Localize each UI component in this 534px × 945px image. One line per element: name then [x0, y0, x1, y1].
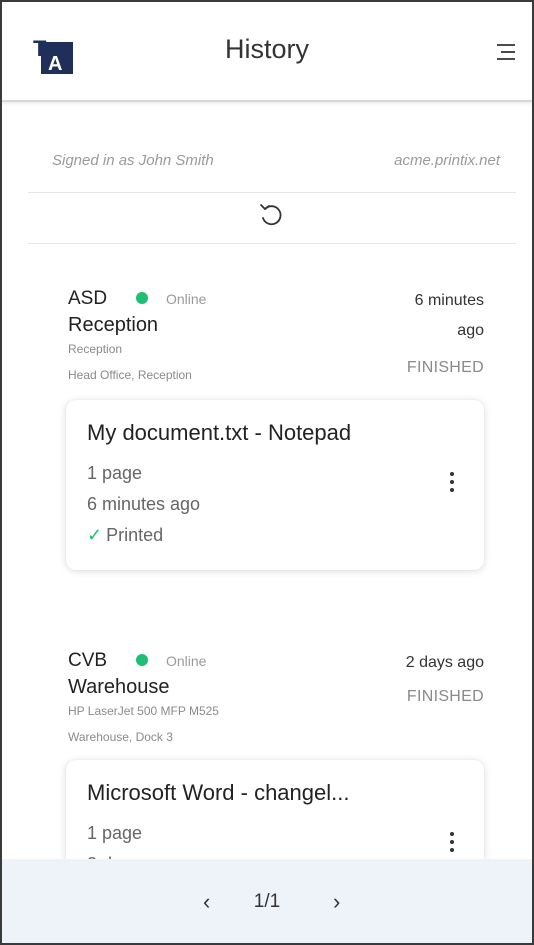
- printer-site: Head Office, Reception: [68, 368, 192, 382]
- next-page-button[interactable]: ›: [333, 889, 340, 915]
- job-pages: 1 page: [87, 823, 143, 843]
- printer-name: CVB: [68, 650, 108, 671]
- job-time-line: 6 minutes: [414, 292, 484, 309]
- check-icon: ✓: [87, 525, 103, 545]
- signed-in-label: Signed in as John Smith: [52, 152, 214, 169]
- online-status-dot: [136, 654, 148, 666]
- job-title: Microsoft Word - changel...: [87, 780, 350, 805]
- printer-location: Reception: [68, 314, 159, 336]
- job-result: ✓ Printed: [87, 525, 163, 546]
- job-time: 2 days ago: [406, 648, 484, 678]
- printer-model: Reception: [68, 342, 123, 356]
- divider: [28, 192, 516, 193]
- app-frame: T A History Signed in as John Smith acme…: [0, 0, 534, 945]
- printer-header: ASD Online Reception Reception Head Offi…: [68, 288, 484, 388]
- domain-label: acme.printix.net: [394, 152, 500, 169]
- menu-icon[interactable]: [494, 42, 516, 62]
- job-time: 6 minutes ago: [415, 286, 484, 346]
- printer-status: Online: [166, 291, 207, 307]
- more-options-icon[interactable]: [448, 472, 456, 496]
- printer-model: HP LaserJet 500 MFP M525: [68, 704, 219, 718]
- printer-status: Online: [166, 653, 207, 669]
- job-state: FINISHED: [406, 359, 484, 376]
- job-state: FINISHED: [406, 688, 484, 705]
- divider: [28, 243, 516, 244]
- job-pages: 1 page: [87, 463, 143, 483]
- job-card[interactable]: My document.txt - Notepad 1 page 6 minut…: [66, 400, 484, 570]
- page-title: History: [224, 34, 309, 64]
- job-time-line: ago: [457, 322, 484, 339]
- more-options-icon[interactable]: [448, 832, 456, 856]
- job-result-label: Printed: [106, 525, 164, 545]
- printer-name: ASD: [68, 288, 108, 309]
- refresh-icon[interactable]: [258, 202, 284, 230]
- printer-location: Warehouse: [68, 676, 170, 698]
- printer-header: CVB Online Warehouse HP LaserJet 500 MFP…: [68, 650, 484, 750]
- pagination-bar: ‹ 1/1 ›: [2, 859, 532, 943]
- job-time: 6 minutes ago: [87, 494, 201, 514]
- job-title: My document.txt - Notepad: [87, 420, 352, 445]
- job-time-line: 2 days ago: [405, 654, 484, 671]
- app-header: T A History: [2, 2, 532, 102]
- online-status-dot: [136, 292, 148, 304]
- printer-site: Warehouse, Dock 3: [68, 730, 173, 744]
- page-indicator: 1/1: [253, 891, 281, 912]
